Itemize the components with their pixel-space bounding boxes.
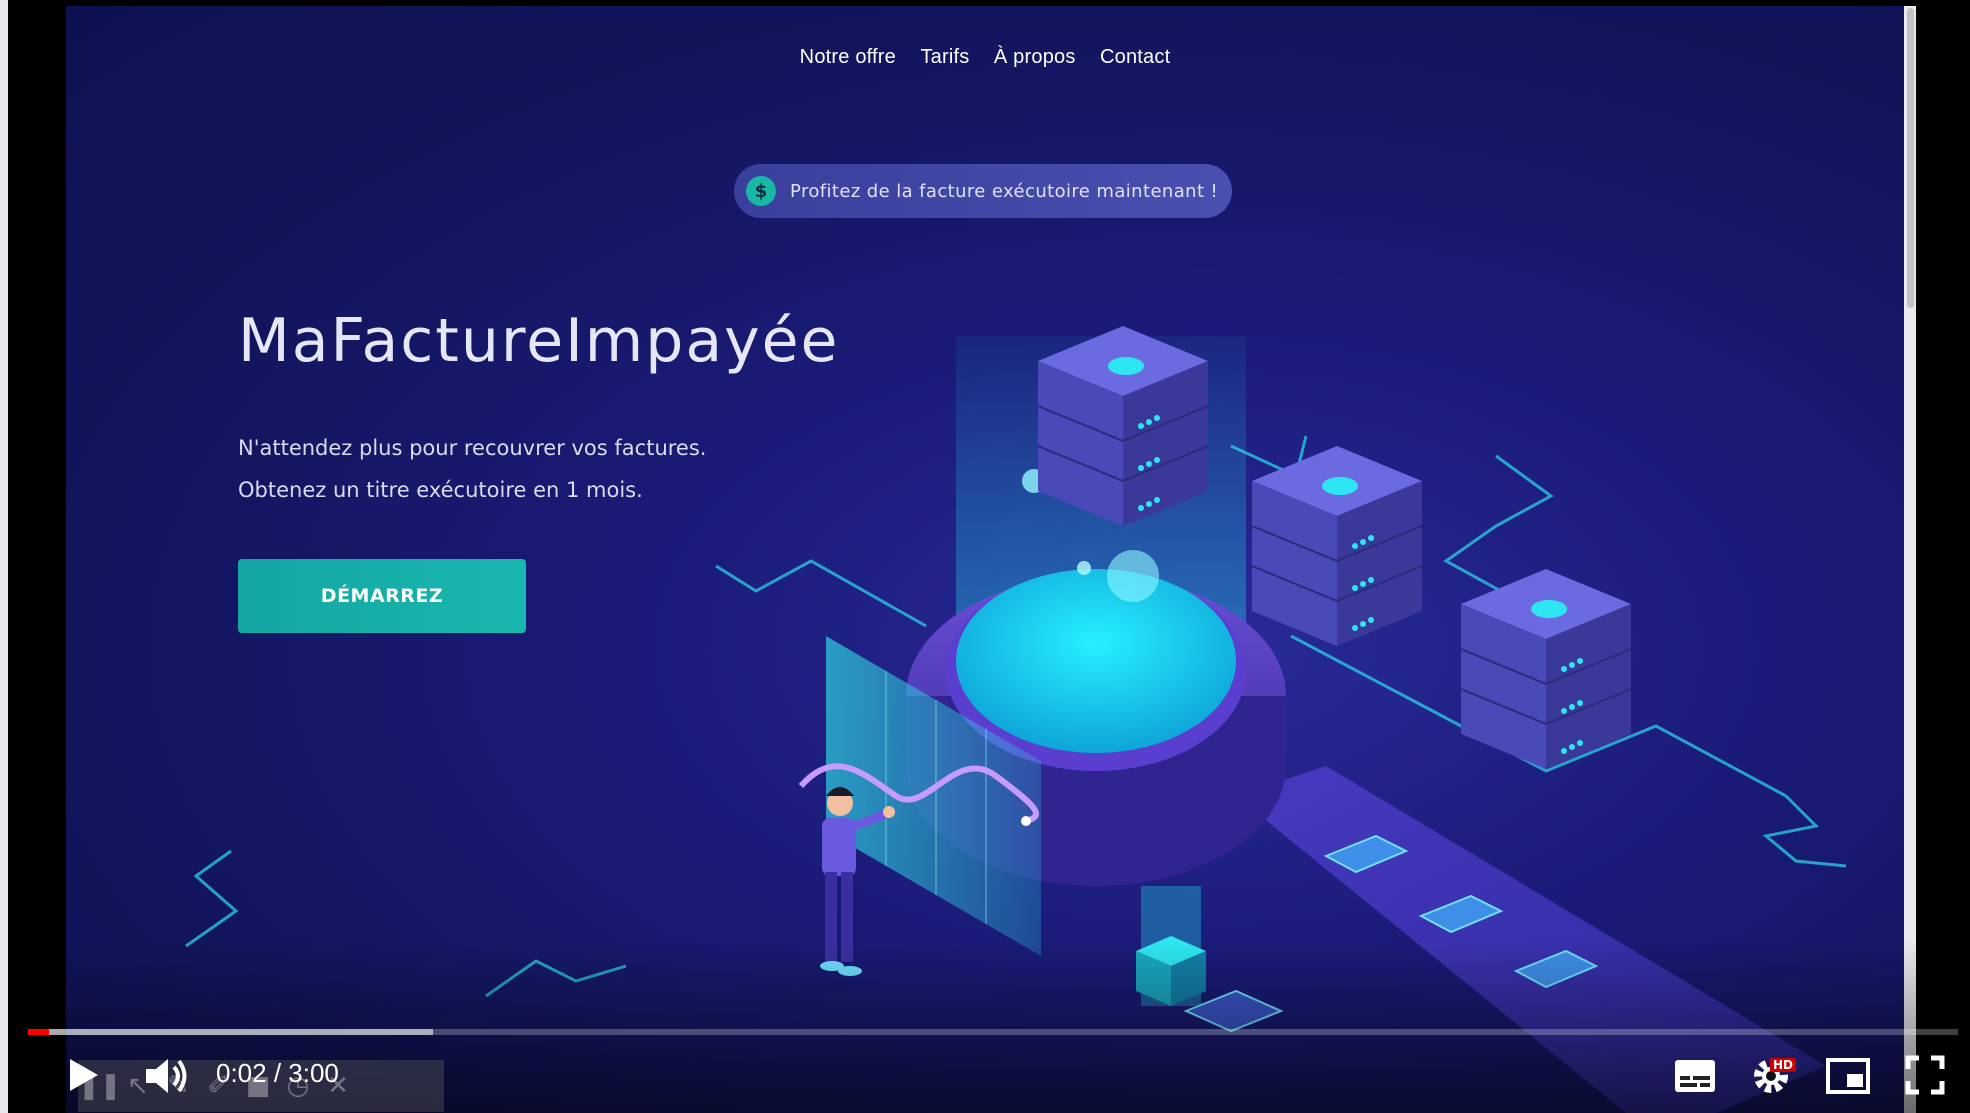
promo-text: Profitez de la facture exécutoire mainte… (790, 180, 1219, 202)
play-icon[interactable] (62, 1055, 102, 1095)
volume-icon[interactable] (142, 1055, 190, 1097)
time-display: 0:02 / 3:00 (216, 1058, 339, 1088)
subtitles-icon[interactable] (1673, 1058, 1717, 1094)
page-scrollbar-thumb[interactable] (1907, 8, 1914, 308)
dollar-icon: $ (746, 176, 776, 206)
hero-subtitle-line-1: N'attendez plus pour recouvrer vos factu… (238, 436, 707, 460)
video-player[interactable]: Notre offre Tarifs À propos Contact $ Pr… (8, 0, 1970, 1113)
miniplayer-icon[interactable] (1825, 1057, 1871, 1095)
window-edge (0, 0, 8, 1113)
nav-notre-offre[interactable]: Notre offre (800, 46, 896, 69)
hero-title: MaFactureImpayée (238, 306, 840, 376)
fullscreen-icon[interactable] (1905, 1055, 1945, 1095)
hd-badge: HD (1770, 1058, 1797, 1072)
start-button[interactable]: DÉMARREZ (238, 559, 526, 633)
nav-tarifs[interactable]: Tarifs (920, 46, 969, 69)
progress-bar[interactable] (28, 1029, 1958, 1035)
progress-loaded (28, 1029, 434, 1035)
nav-a-propos[interactable]: À propos (994, 46, 1076, 69)
promo-pill[interactable]: $ Profitez de la facture exécutoire main… (734, 164, 1232, 218)
progress-played (28, 1029, 50, 1035)
nav-contact[interactable]: Contact (1100, 46, 1170, 69)
hero-subtitle-line-2: Obtenez un titre exécutoire en 1 mois. (238, 478, 643, 502)
top-nav: Notre offre Tarifs À propos Contact (66, 46, 1904, 69)
